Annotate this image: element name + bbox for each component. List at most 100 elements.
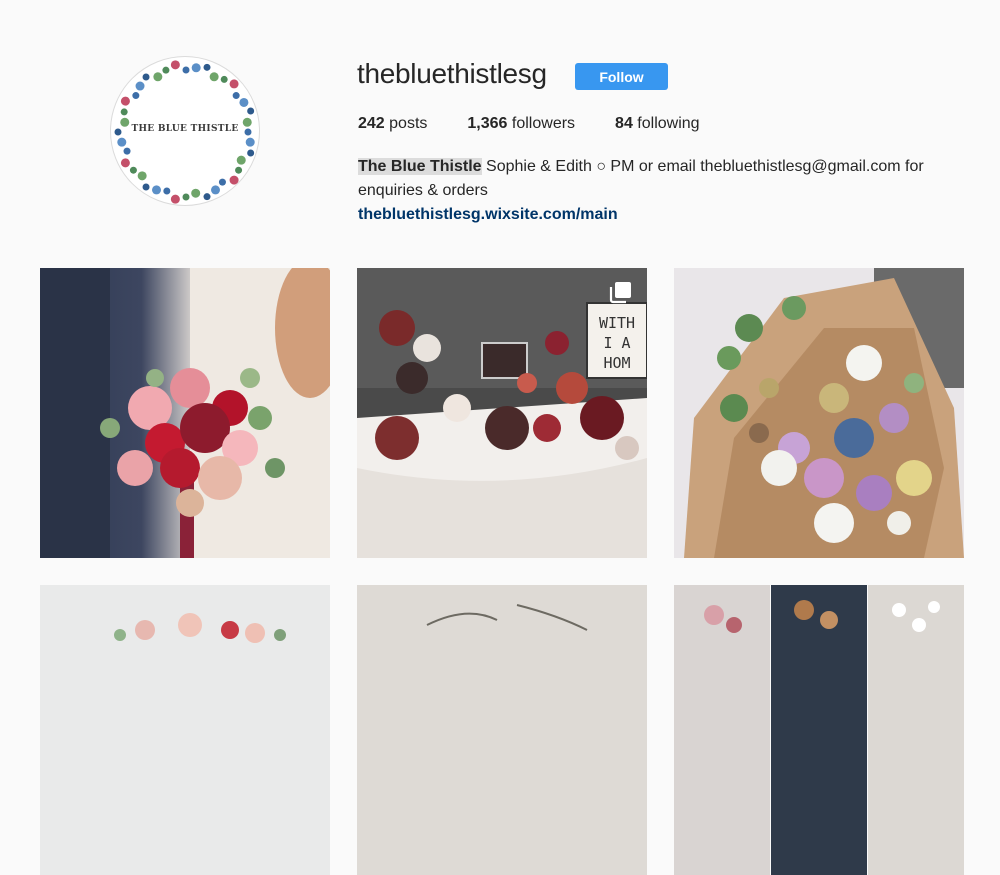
wreath-flower <box>162 66 170 74</box>
flower-mark <box>556 372 588 404</box>
wreath-flower <box>229 175 239 185</box>
flower-mark <box>396 362 428 394</box>
flower-mark <box>904 373 924 393</box>
wreath-flower <box>191 63 201 73</box>
flower-mark <box>896 460 932 496</box>
wreath-flower <box>239 97 249 107</box>
flower-mark <box>265 458 285 478</box>
flower-mark <box>749 423 769 443</box>
bio-name: The Blue Thistle <box>358 158 482 175</box>
flower-mark <box>533 414 561 442</box>
flower-mark <box>735 314 763 342</box>
svg-text:I A: I A <box>603 334 630 352</box>
flower-mark <box>100 418 120 438</box>
flower-mark <box>146 369 164 387</box>
flower-mark <box>170 368 210 408</box>
wreath-flower <box>218 178 226 186</box>
posts-stat: 242 posts <box>358 115 427 133</box>
wreath-flower <box>129 166 137 174</box>
multiple-photos-icon <box>609 282 631 304</box>
wreath-flower <box>135 81 145 91</box>
followers-stat[interactable]: 1,366 followers <box>467 115 575 133</box>
flower-mark <box>782 296 806 320</box>
flower-mark <box>176 489 204 517</box>
flower-mark <box>443 394 471 422</box>
flower-mark <box>615 436 639 460</box>
wreath-flower <box>220 75 228 83</box>
flower-mark <box>517 373 537 393</box>
wreath-flower <box>211 185 221 195</box>
wreath-flower <box>209 72 219 82</box>
flower-mark <box>819 383 849 413</box>
wreath-flower <box>132 92 140 100</box>
following-label: following <box>637 115 700 132</box>
post-tile[interactable] <box>674 585 964 875</box>
wreath-flower <box>203 63 211 71</box>
posts-count: 242 <box>358 115 385 132</box>
svg-text:WITH: WITH <box>599 314 635 332</box>
wreath-flower <box>170 60 180 70</box>
following-stat[interactable]: 84 following <box>615 115 700 133</box>
photo-icon <box>357 585 647 875</box>
wreath-flower <box>236 155 246 165</box>
flower-mark <box>485 406 529 450</box>
wreath-flower <box>229 79 239 89</box>
photo-icon: WITH I A HOM <box>357 268 647 558</box>
post-tile[interactable]: WITH I A HOM <box>357 268 647 558</box>
wreath-flower <box>182 193 190 201</box>
posts-label: posts <box>389 115 428 132</box>
wreath-flower <box>151 185 161 195</box>
flower-mark <box>240 368 260 388</box>
flower-mark <box>413 334 441 362</box>
bio-link[interactable]: thebluethistlesg.wixsite.com/main <box>358 203 958 227</box>
post-tile[interactable] <box>40 585 330 875</box>
flower-mark <box>846 345 882 381</box>
flower-mark <box>198 456 242 500</box>
flower-mark <box>160 448 200 488</box>
profile-avatar[interactable]: THE BLUE THISTLE <box>110 56 260 206</box>
followers-count: 1,366 <box>467 115 508 132</box>
flower-mark <box>887 511 911 535</box>
follow-button[interactable]: Follow <box>575 63 668 90</box>
flower-mark <box>761 450 797 486</box>
flower-mark <box>580 396 624 440</box>
flower-mark <box>248 406 272 430</box>
post-tile[interactable] <box>674 268 964 558</box>
wreath-flower <box>123 147 131 155</box>
photo-icon <box>674 585 964 875</box>
flower-mark <box>834 418 874 458</box>
flower-mark <box>717 346 741 370</box>
wreath-flower <box>232 92 240 100</box>
wreath-flower <box>170 194 180 204</box>
flower-mark <box>375 416 419 460</box>
wreath-flower <box>182 66 190 74</box>
profile-stats: 242 posts 1,366 followers 84 following <box>358 115 740 133</box>
following-count: 84 <box>615 115 633 132</box>
flower-mark <box>720 394 748 422</box>
followers-label: followers <box>511 115 576 132</box>
flower-mark <box>804 458 844 498</box>
wreath-flower <box>235 166 243 174</box>
wreath-flower <box>247 149 255 157</box>
flower-mark <box>379 310 415 346</box>
photo-icon <box>674 268 964 558</box>
wreath-flower <box>191 188 201 198</box>
wreath-flower <box>142 73 150 81</box>
wreath-flower <box>137 171 147 181</box>
wreath-flower <box>117 137 127 147</box>
wreath-flower <box>142 183 150 191</box>
flower-mark <box>879 403 909 433</box>
post-tile[interactable] <box>40 268 330 558</box>
photo-icon <box>40 268 330 558</box>
flower-mark <box>759 378 779 398</box>
flower-mark <box>117 450 153 486</box>
wreath-flower <box>120 96 130 106</box>
flower-mark <box>856 475 892 511</box>
flower-mark <box>545 331 569 355</box>
wreath-flower <box>247 107 255 115</box>
profile-bio: The Blue Thistle Sophie & Edith ○ PM or … <box>358 155 958 227</box>
photo-icon <box>40 585 330 875</box>
profile-username: thebluethistlesg <box>357 58 547 89</box>
post-tile[interactable] <box>357 585 647 875</box>
wreath-flower <box>120 158 130 168</box>
